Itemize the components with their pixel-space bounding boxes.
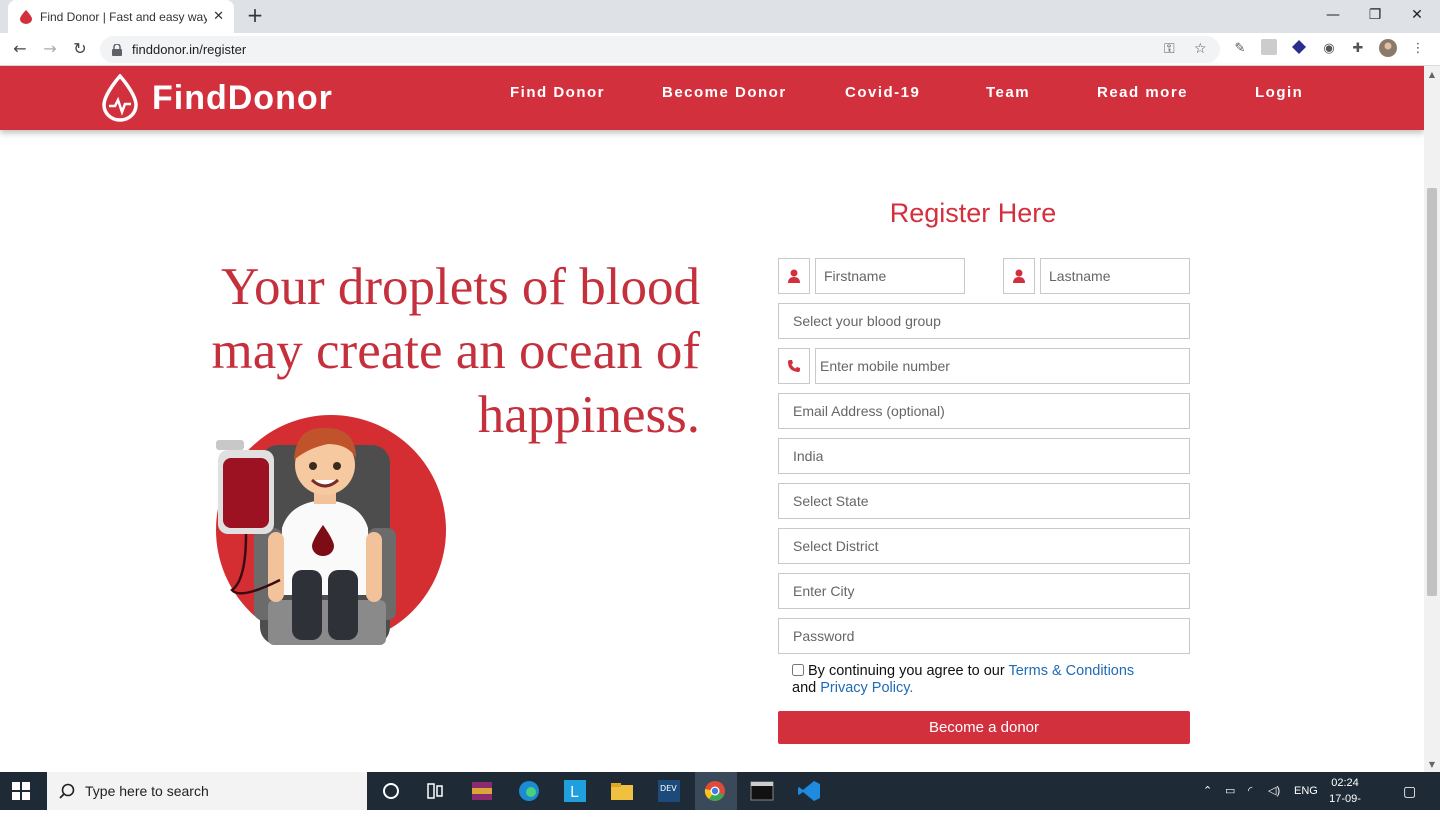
lastname-user-icon (1003, 258, 1035, 294)
terms-agreement: By continuing you agree to our Terms & C… (792, 663, 1192, 697)
winrar-icon[interactable] (470, 780, 494, 802)
nav-covid-19[interactable]: Covid-19 (845, 84, 920, 101)
blood-group-select[interactable]: Select your blood group (778, 303, 1190, 339)
svg-text:DEV: DEV (660, 784, 677, 793)
back-arrow-icon[interactable]: ← (8, 37, 32, 61)
scroll-up-arrow-icon[interactable]: ▲ (1426, 70, 1438, 79)
state-select[interactable]: Select State (778, 483, 1190, 519)
district-select[interactable]: Select District (778, 528, 1190, 564)
scrollbar-thumb[interactable] (1427, 188, 1437, 596)
clock-date: 17-09-2020 (1329, 793, 1361, 821)
nav-find-donor[interactable]: Find Donor (510, 84, 605, 101)
site-header: FindDonor Find Donor Become Donor Covid-… (0, 66, 1424, 130)
address-bar[interactable]: finddonor.in/register ⚿ ☆ (100, 36, 1220, 63)
firstname-user-icon (778, 258, 810, 294)
firstname-input[interactable] (824, 268, 964, 284)
tray-chevron-icon[interactable]: ⌃ (1203, 772, 1212, 810)
taskbar-search[interactable]: Type here to search (47, 772, 367, 810)
password-input[interactable] (793, 628, 1189, 644)
firstname-field[interactable] (815, 258, 965, 294)
email-input[interactable] (793, 403, 1189, 419)
task-view-icon[interactable] (423, 780, 447, 802)
extensions-puzzle-icon[interactable]: ✚ (1348, 39, 1368, 59)
edge-browser-icon[interactable] (517, 780, 541, 802)
eyedropper-extension-icon[interactable]: ✎ (1230, 39, 1250, 59)
become-donor-button[interactable]: Become a donor (778, 711, 1190, 744)
lastname-field[interactable] (1040, 258, 1190, 294)
dev-app-icon[interactable]: DEV (657, 780, 681, 802)
forward-arrow-icon[interactable]: → (38, 37, 62, 61)
agree-text: By continuing you agree to our (808, 663, 1005, 679)
mobile-field[interactable] (815, 348, 1190, 384)
browser-tab[interactable]: Find Donor | Fast and easy way to ✕ (8, 0, 234, 33)
url-text: finddonor.in/register (132, 42, 247, 57)
reload-icon[interactable]: ↻ (68, 37, 92, 61)
window-minimize-button[interactable]: — (1310, 0, 1356, 33)
taskbar-clock[interactable]: 02:24 17-09-2020 (1320, 775, 1370, 823)
blood-drop-icon (20, 9, 32, 24)
country-select[interactable]: India (778, 438, 1190, 474)
taskbar-search-text: Type here to search (85, 783, 209, 799)
browser-toolbar: ← → ↻ finddonor.in/register ⚿ ☆ ✎ ◉ ✚ ⋮ (0, 33, 1440, 66)
windows-taskbar: Type here to search L DEV ⌃ ▭ ◜ ◁) ENG 0… (0, 772, 1440, 821)
phone-icon (778, 348, 810, 384)
and-text: and (792, 680, 817, 696)
nav-login[interactable]: Login (1255, 84, 1303, 101)
search-icon (59, 783, 75, 799)
chrome-icon[interactable] (703, 780, 727, 802)
nav-become-donor[interactable]: Become Donor (662, 84, 787, 101)
brand-name: FindDonor (152, 78, 333, 117)
nav-read-more[interactable]: Read more (1097, 84, 1188, 101)
vscode-icon[interactable] (797, 780, 821, 802)
new-tab-button[interactable]: + (244, 4, 266, 26)
browser-menu-icon[interactable]: ⋮ (1408, 39, 1428, 59)
mobile-input[interactable] (820, 358, 1189, 374)
privacy-policy-link[interactable]: Privacy Policy. (820, 680, 913, 696)
terms-link[interactable]: Terms & Conditions (1008, 663, 1134, 679)
battery-icon[interactable]: ▭ (1225, 772, 1235, 810)
email-field[interactable] (778, 393, 1190, 429)
scroll-down-arrow-icon[interactable]: ▼ (1426, 760, 1438, 769)
wifi-icon[interactable]: ◜ (1248, 772, 1252, 810)
brand-logo[interactable]: FindDonor (100, 74, 333, 122)
register-title: Register Here (889, 198, 1057, 228)
window-restore-button[interactable]: ❐ (1352, 0, 1398, 33)
extension-diamond-icon[interactable] (1289, 39, 1309, 59)
blood-donor-illustration (216, 415, 446, 645)
tab-close-icon[interactable]: ✕ (213, 9, 224, 24)
language-indicator[interactable]: ENG (1294, 772, 1318, 810)
cortana-icon[interactable] (379, 780, 403, 802)
clock-time: 02:24 (1331, 777, 1359, 789)
lastname-input[interactable] (1049, 268, 1189, 284)
blood-drop-logo-icon (102, 74, 138, 122)
tab-title: Find Donor | Fast and easy way to (40, 9, 208, 24)
lock-icon (112, 43, 122, 56)
bookmark-star-icon[interactable]: ☆ (1194, 41, 1207, 57)
password-field[interactable] (778, 618, 1190, 654)
file-explorer-icon[interactable] (610, 780, 634, 802)
windows-start-icon[interactable] (12, 782, 30, 800)
profile-avatar-icon[interactable] (1378, 39, 1398, 59)
svg-text:L: L (570, 783, 579, 801)
city-input[interactable] (793, 583, 1189, 599)
key-icon[interactable]: ⚿ (1164, 41, 1175, 57)
browser-tabstrip: Find Donor | Fast and easy way to ✕ + — … (0, 0, 1440, 33)
extension-k-icon[interactable] (1259, 39, 1279, 59)
notifications-icon[interactable]: ▢ (1403, 772, 1416, 810)
nav-team[interactable]: Team (986, 84, 1030, 101)
window-close-button[interactable]: ✕ (1394, 0, 1440, 33)
city-field[interactable] (778, 573, 1190, 609)
l-app-icon[interactable]: L (563, 780, 587, 802)
camera-icon[interactable]: ◉ (1319, 39, 1339, 59)
volume-icon[interactable]: ◁) (1268, 772, 1280, 810)
terminal-icon[interactable] (750, 780, 774, 802)
terms-checkbox[interactable] (792, 664, 804, 676)
